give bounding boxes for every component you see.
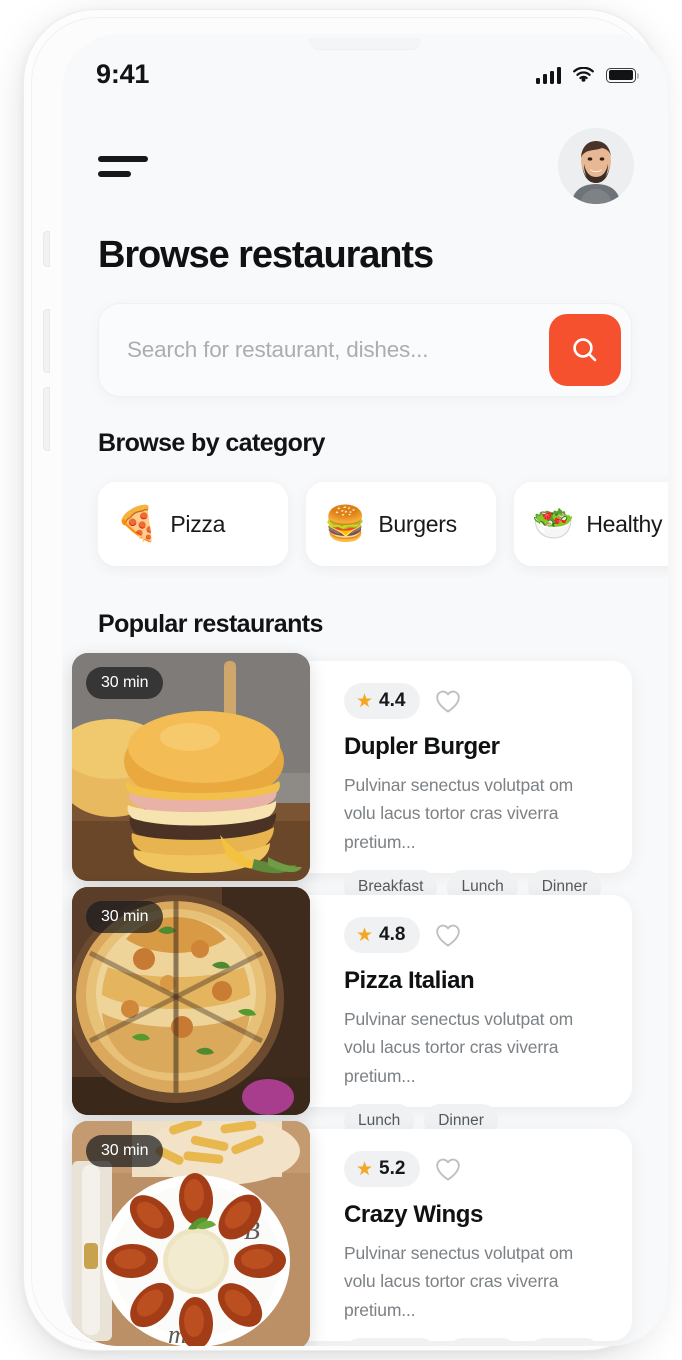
restaurant-info: ★ 4.4 Dupler Burger Pulvinar senectus vo… <box>310 661 632 905</box>
search-bar[interactable] <box>98 303 632 397</box>
rating-value: 4.4 <box>379 690 406 711</box>
restaurant-info: ★ 4.8 Pizza Italian Pulvinar senectus vo… <box>310 895 632 1139</box>
wifi-icon <box>573 66 594 82</box>
search-icon <box>573 338 597 362</box>
avatar-image <box>558 128 634 204</box>
avatar[interactable] <box>558 128 634 204</box>
restaurant-info: ★ 5.2 Crazy Wings Pulvinar senectus volu… <box>310 1129 632 1346</box>
category-label: Burgers <box>378 510 457 537</box>
restaurant-list: 30 min ★ 4.4 Dupler Burger Pulvinar sene… <box>62 639 668 1346</box>
delivery-time-badge: 30 min <box>86 667 164 699</box>
battery-icon <box>606 67 639 83</box>
popular-title: Popular restaurants <box>98 610 323 638</box>
search-section <box>62 277 668 397</box>
category-item-burgers[interactable]: 🍔 Burgers <box>306 482 496 566</box>
volume-down-button[interactable] <box>44 388 49 450</box>
category-item-healthy-food[interactable]: 🥗 Healthy food <box>514 482 668 566</box>
restaurant-photo: B m d <box>72 1121 310 1346</box>
favorite-heart-icon[interactable] <box>434 921 462 949</box>
volume-up-button[interactable] <box>44 310 49 372</box>
rating-badge: ★ 4.8 <box>344 917 421 953</box>
restaurant-name: Pizza Italian <box>344 967 475 994</box>
restaurant-card-pizza-italian[interactable]: 30 min ★ 4.8 Pizza Italian Pulvinar sene… <box>72 887 632 1139</box>
phone-screen: 9:41 Browse restaurants Search for resta… <box>62 34 668 1346</box>
status-icons <box>535 57 639 84</box>
category-label: Pizza <box>170 510 226 537</box>
restaurant-tags: Breakfast Lunch Dinner <box>344 1338 610 1346</box>
favorite-heart-icon[interactable] <box>434 687 462 715</box>
search-button[interactable] <box>549 314 621 386</box>
rating-badge: ★ 5.2 <box>344 1151 421 1187</box>
restaurant-meta: ★ 5.2 <box>344 1151 610 1187</box>
category-label: Healthy food <box>586 510 668 537</box>
healthy-food-icon: 🥗 <box>532 505 575 543</box>
restaurant-meta: ★ 4.4 <box>344 683 610 719</box>
rating-value: 4.8 <box>379 924 406 945</box>
delivery-time-badge: 30 min <box>86 901 164 933</box>
favorite-heart-icon[interactable] <box>434 1155 462 1183</box>
device-notch <box>309 38 421 50</box>
restaurant-card-dupler-burger[interactable]: 30 min ★ 4.4 Dupler Burger Pulvinar sene… <box>72 653 632 905</box>
status-time: 9:41 <box>96 58 150 89</box>
restaurant-photo: 30 min <box>72 653 310 881</box>
signal-icon <box>535 66 561 84</box>
restaurant-description: Pulvinar senectus volutpat om volu lacus… <box>344 1009 574 1086</box>
star-icon: ★ <box>356 924 374 946</box>
category-item-pizza[interactable]: 🍕 Pizza <box>98 482 288 566</box>
screenshot-stage: 9:41 Browse restaurants Search for resta… <box>0 0 682 1360</box>
tag[interactable]: Breakfast <box>344 1338 438 1346</box>
category-list[interactable]: 🍕 Pizza 🍔 Burgers 🥗 Healthy food <box>62 458 668 578</box>
restaurant-description: Pulvinar senectus volutpat om volu lacus… <box>344 1243 574 1320</box>
app-topbar <box>62 106 668 204</box>
star-icon: ★ <box>356 1158 374 1180</box>
burger-icon: 🍔 <box>324 505 367 543</box>
restaurant-name: Crazy Wings <box>344 1201 483 1228</box>
phone-device-frame: 9:41 Browse restaurants Search for resta… <box>24 10 668 1350</box>
search-input[interactable] <box>127 337 549 363</box>
pizza-icon: 🍕 <box>116 505 159 543</box>
hamburger-menu-icon[interactable] <box>98 148 152 185</box>
restaurant-meta: ★ 4.8 <box>344 917 610 953</box>
restaurant-card-crazy-wings[interactable]: B m d <box>72 1121 632 1346</box>
delivery-time-badge: 30 min <box>86 1135 164 1167</box>
tag[interactable]: Lunch <box>447 1338 518 1346</box>
app-content: Browse restaurants Browse by <box>62 106 668 1346</box>
silent-switch-button[interactable] <box>44 232 49 266</box>
restaurant-photo: 30 min <box>72 887 310 1115</box>
restaurant-description: Pulvinar senectus volutpat om volu lacus… <box>344 775 574 852</box>
rating-value: 5.2 <box>379 1158 406 1179</box>
categories-title: Browse by category <box>98 429 325 457</box>
rating-badge: ★ 4.4 <box>344 683 421 719</box>
star-icon: ★ <box>356 690 374 712</box>
page-title: Browse restaurants <box>98 234 434 276</box>
restaurant-name: Dupler Burger <box>344 733 500 760</box>
tag[interactable]: Dinner <box>527 1338 602 1346</box>
